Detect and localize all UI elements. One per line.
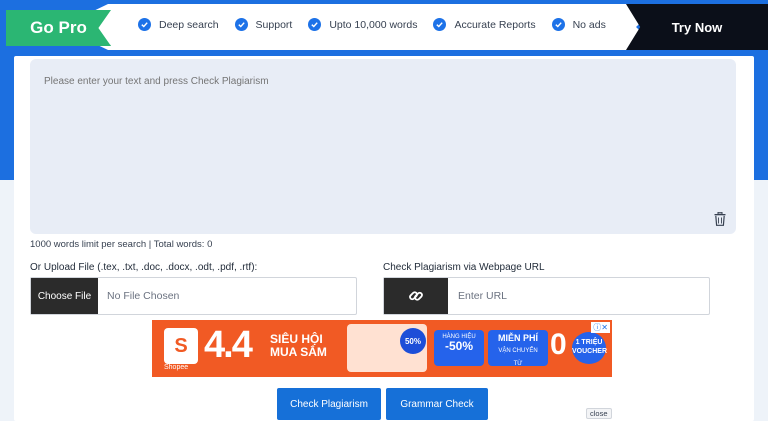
ad-close-button[interactable]: close: [586, 408, 612, 419]
ad-close-icon[interactable]: ⓘ✕: [591, 322, 610, 333]
shopee-logo: S: [164, 328, 198, 364]
upload-label: Or Upload File (.tex, .txt, .doc, .docx,…: [30, 262, 258, 273]
ad-brand-discount: HÀNG HIỆU -50%: [434, 330, 484, 366]
file-status: No File Chosen: [107, 290, 180, 302]
feature-label: Deep search: [159, 18, 219, 31]
check-circle-icon: [234, 18, 248, 31]
ad-zero: 0: [550, 328, 567, 361]
go-pro-badge[interactable]: Go Pro: [6, 10, 111, 46]
plagiarism-checker-card: 1000 words limit per search | Total word…: [14, 56, 754, 421]
ad-title: SIÊU HỘI MUA SẮM: [270, 333, 327, 359]
url-field: [383, 277, 710, 315]
url-label: Check Plagiarism via Webpage URL: [383, 262, 545, 273]
ad-mien-line3: TỪ: [513, 361, 523, 367]
word-limit-text: 1000 words limit per search | Total word…: [30, 239, 213, 250]
text-editor: [30, 59, 736, 234]
url-input[interactable]: [448, 278, 709, 314]
link-icon: [409, 291, 423, 301]
feature-label: Upto 10,000 words: [329, 18, 418, 31]
feature-item: No ads: [551, 18, 606, 31]
ad-trieu-line2: VOUCHER: [572, 348, 608, 355]
file-upload-field: Choose File No File Chosen: [30, 277, 357, 315]
ad-voucher: 1 TRIỆU VOUCHER: [572, 332, 608, 364]
check-circle-icon: [551, 18, 565, 31]
feature-label: Accurate Reports: [454, 18, 536, 31]
link-button[interactable]: [384, 278, 448, 314]
check-circle-icon: [433, 18, 447, 31]
feature-item: Accurate Reports: [433, 18, 536, 31]
ad-headline: 4.4: [204, 324, 253, 366]
promo-banner: Go Pro Deep search Support Upto 10,000 w…: [0, 0, 768, 56]
ad-brand: Shopee: [164, 364, 189, 371]
ad-title-line2: MUA SẮM: [270, 345, 327, 359]
check-plagiarism-button[interactable]: Check Plagiarism: [277, 388, 381, 420]
feature-list: Deep search Support Upto 10,000 words Ac…: [138, 18, 606, 31]
feature-label: No ads: [572, 18, 606, 31]
feature-item: Upto 10,000 words: [308, 18, 417, 31]
trash-icon[interactable]: [714, 212, 726, 226]
check-circle-icon: [308, 18, 322, 31]
feature-item: Support: [234, 18, 293, 31]
check-circle-icon: [138, 18, 151, 31]
ad-mien-line2: VẬN CHUYỂN: [498, 348, 538, 354]
advertisement-banner[interactable]: S Shopee 4.4 SIÊU HỘI MUA SẮM 50% HÀNG H…: [152, 320, 612, 377]
try-now-button[interactable]: Try Now: [626, 4, 768, 50]
grammar-check-button[interactable]: Grammar Check: [386, 388, 488, 420]
ad-trieu-line1: 1 TRIỆU: [575, 339, 603, 346]
ad-free-shipping: MIỄN PHÍ VẬN CHUYỂN TỪ: [488, 330, 548, 367]
text-input[interactable]: [42, 74, 728, 223]
feature-label: Support: [255, 18, 293, 31]
ad-hang-value: -50%: [444, 339, 473, 353]
feature-item: Deep search: [138, 18, 219, 31]
ad-badge-50: 50%: [400, 328, 426, 354]
ad-mien-line1: MIỄN PHÍ: [497, 333, 538, 343]
choose-file-button[interactable]: Choose File: [31, 278, 98, 314]
